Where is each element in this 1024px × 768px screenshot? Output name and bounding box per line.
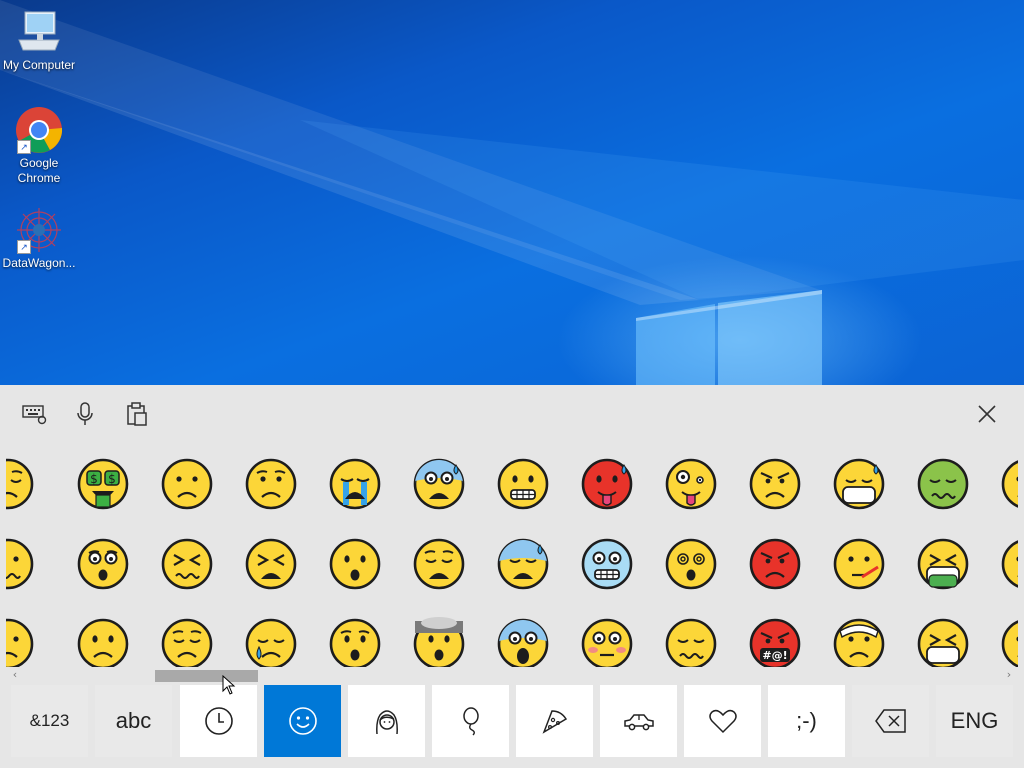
datawagon-icon: ↗	[13, 206, 65, 254]
emoji-zany[interactable]	[664, 457, 718, 511]
close-icon	[978, 405, 996, 423]
key-travel-category[interactable]	[600, 685, 677, 757]
emoji-disappointed[interactable]	[412, 537, 466, 591]
emoji-partial[interactable]	[1000, 617, 1018, 667]
wallpaper-light-beams	[0, 0, 1024, 305]
emoji-sweat-mask[interactable]	[832, 457, 886, 511]
emoji-fearful-sweat[interactable]	[496, 537, 550, 591]
emoji-scrollbar[interactable]: ‹ ›	[0, 667, 1024, 683]
emoji-partial[interactable]	[1000, 457, 1018, 511]
emoji-cold-face[interactable]	[580, 537, 634, 591]
keyboard-bottom-row: &123 abc ;-) ENG	[0, 685, 1024, 759]
close-keyboard-button[interactable]	[972, 399, 1002, 429]
emoji-frowning[interactable]	[76, 617, 130, 667]
keyboard-toolbar	[0, 385, 1024, 443]
heart-icon	[708, 709, 737, 734]
desktop-icon-label: DataWagon...	[2, 256, 76, 270]
emoji-frowning-open[interactable]	[328, 537, 382, 591]
emoji-pensive[interactable]	[160, 617, 214, 667]
key-celebration-category[interactable]	[432, 685, 509, 757]
key-people-category[interactable]	[348, 685, 425, 757]
key-abc[interactable]: abc	[95, 685, 172, 757]
backspace-icon	[874, 709, 906, 733]
emoji-hushed[interactable]	[76, 537, 130, 591]
emoji-screaming[interactable]	[496, 617, 550, 667]
dictation-button[interactable]	[70, 399, 100, 429]
clipboard-button[interactable]	[122, 399, 152, 429]
emoji-pouting[interactable]	[748, 537, 802, 591]
smiley-icon	[288, 707, 317, 735]
key-numbers-symbols[interactable]: &123	[11, 685, 88, 757]
desktop-icon-my-computer[interactable]: My Computer	[0, 8, 78, 73]
balloon-icon	[462, 707, 479, 736]
emoji-flushed[interactable]	[580, 617, 634, 667]
touch-keyboard: $ $ #@! ‹ › &123 abc ;-) ENG	[0, 385, 1024, 768]
key-emoticons[interactable]: ;-)	[768, 685, 845, 757]
emoji-confused[interactable]	[6, 537, 35, 591]
emoji-hot-face[interactable]	[580, 457, 634, 511]
key-food-category[interactable]	[516, 685, 593, 757]
svg-text:$: $	[108, 472, 116, 486]
windows-logo	[636, 290, 822, 385]
recent-clock-icon	[204, 707, 233, 735]
emoji-persevering-mask[interactable]	[916, 617, 970, 667]
car-icon	[623, 714, 654, 731]
emoji-woozy[interactable]	[664, 617, 718, 667]
desktop-icon-datawagon[interactable]: ↗ DataWagon...	[0, 206, 78, 271]
desktop: My Computer ↗ Google Chrome ↗ DataWagon.…	[0, 0, 1024, 385]
svg-text:$: $	[90, 472, 98, 486]
emoji-angry[interactable]	[748, 457, 802, 511]
keyboard-icon	[22, 405, 47, 425]
key-label: abc	[115, 708, 152, 733]
emoji-dizzy[interactable]	[664, 537, 718, 591]
emoji-grimacing[interactable]	[496, 457, 550, 511]
scroll-right-arrow[interactable]: ›	[1002, 668, 1016, 682]
key-label: ;-)	[796, 708, 817, 733]
emoji-money-mouth[interactable]: $ $	[76, 457, 130, 511]
key-recent-emoji[interactable]	[180, 685, 257, 757]
emoji-tired[interactable]	[244, 537, 298, 591]
emoji-partial[interactable]	[1000, 537, 1018, 591]
scrollbar-thumb[interactable]	[155, 670, 258, 682]
key-backspace[interactable]	[852, 685, 929, 757]
emoji-vomiting[interactable]	[916, 537, 970, 591]
shortcut-arrow-icon: ↗	[17, 240, 31, 254]
desktop-icon-label: Google	[19, 156, 59, 170]
pizza-icon	[542, 710, 567, 734]
person-icon	[375, 710, 398, 735]
clipboard-icon	[127, 402, 147, 426]
emoji-nauseated[interactable]	[916, 457, 970, 511]
key-smileys-category[interactable]	[264, 685, 341, 757]
emoji-slightly-frowning[interactable]	[160, 457, 214, 511]
key-label: &123	[29, 711, 70, 730]
emoji-cursing[interactable]: #@!	[748, 617, 802, 667]
shortcut-arrow-icon: ↗	[17, 140, 31, 154]
emoji-thermometer[interactable]	[832, 537, 886, 591]
emoji-pensive[interactable]	[6, 457, 35, 511]
key-language-eng[interactable]: ENG	[936, 685, 1013, 757]
emoji-loudly-crying[interactable]	[328, 457, 382, 511]
key-label: ENG	[950, 708, 999, 733]
key-symbols-category[interactable]	[684, 685, 761, 757]
emoji-sad-tear[interactable]	[244, 617, 298, 667]
desktop-icon-label: My Computer	[2, 58, 76, 72]
emoji-anxious-sweat[interactable]	[412, 457, 466, 511]
chrome-icon: ↗	[13, 106, 65, 154]
computer-icon	[13, 8, 65, 56]
scroll-left-arrow[interactable]: ‹	[8, 668, 22, 682]
microphone-icon	[77, 402, 93, 425]
desktop-icon-google-chrome[interactable]: ↗ Google Chrome	[0, 106, 78, 186]
emoji-exploding-head[interactable]	[412, 617, 466, 667]
emoji-grid: $ $ #@!	[6, 443, 1018, 667]
emoji-hushed-open[interactable]	[328, 617, 382, 667]
keyboard-settings-button[interactable]	[20, 399, 50, 429]
mouse-cursor	[222, 675, 236, 695]
emoji-bandage[interactable]	[832, 617, 886, 667]
emoji-confounded[interactable]	[160, 537, 214, 591]
desktop-icon-label: Chrome	[17, 171, 61, 185]
emoji-partial[interactable]	[6, 617, 35, 667]
svg-text:#@!: #@!	[762, 649, 787, 662]
emoji-worried[interactable]	[244, 457, 298, 511]
